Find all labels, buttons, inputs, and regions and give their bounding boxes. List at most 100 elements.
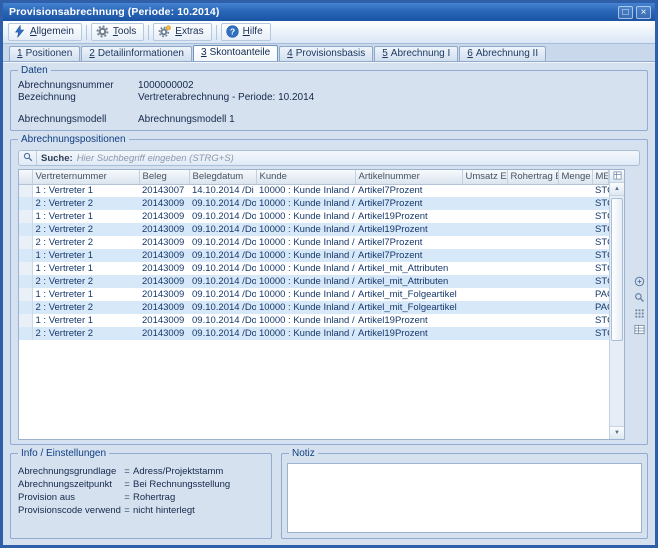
- search-label: Suche:: [41, 153, 73, 164]
- table-layout-button[interactable]: [634, 325, 646, 337]
- app-window: Provisionsabrechnung (Periode: 10.2014) …: [0, 0, 658, 548]
- allgemein-button[interactable]: Allgemein: [8, 23, 82, 41]
- grid-empty-area: [19, 340, 609, 439]
- table-icon: [634, 322, 645, 340]
- toolbar-separator: [86, 25, 87, 40]
- scrollbar-thumb[interactable]: [611, 198, 623, 341]
- info-group-title: Info / Einstellungen: [18, 448, 109, 459]
- row-selector-cell: [19, 223, 32, 236]
- row-selector-cell: [19, 197, 32, 210]
- abrechnungsnummer-label: Abrechnungsnummer: [18, 80, 138, 92]
- daten-group-title: Daten: [18, 65, 51, 76]
- table-header-row: Vertreternummer Beleg Belegdatum Kunde A…: [19, 170, 609, 184]
- bezeichnung-value: Vertreterabrechnung - Periode: 10.2014: [138, 92, 640, 104]
- column-chooser-button[interactable]: [610, 170, 624, 183]
- titlebar[interactable]: Provisionsabrechnung (Periode: 10.2014) …: [3, 3, 655, 21]
- scroll-down-button[interactable]: ▼: [610, 426, 624, 439]
- close-button[interactable]: ×: [636, 6, 651, 19]
- row-selector-cell: [19, 327, 32, 340]
- table-row[interactable]: 1 : Vertreter 1 20143009 09.10.2014 /Do …: [19, 262, 609, 275]
- search-bar: Suche:: [18, 150, 640, 166]
- row-selector-cell: [19, 249, 32, 262]
- abrechnungsnummer-field: Abrechnungsnummer 1000000002: [18, 80, 640, 92]
- row-selector-cell: [19, 184, 32, 197]
- row-selector-cell: [19, 210, 32, 223]
- refresh-circle-button[interactable]: [634, 277, 646, 289]
- scrollbar-track[interactable]: [610, 196, 624, 426]
- info-row: Abrechnungszeitpunkt = Bei Rechnungsstel…: [18, 478, 264, 491]
- search-input[interactable]: [77, 152, 639, 165]
- tab-skontoanteile[interactable]: 3Skontoanteile: [193, 45, 278, 61]
- row-selector-cell: [19, 262, 32, 275]
- daten-group: Daten Abrechnungsnummer 1000000002 Bezei…: [10, 70, 648, 131]
- info-row: Abrechnungsgrundlage = Adress/Projektsta…: [18, 465, 264, 478]
- grid-dots-button[interactable]: [634, 309, 646, 321]
- extras-button[interactable]: Extras: [153, 23, 211, 41]
- tab-abrechnung-2[interactable]: 6Abrechnung II: [459, 46, 546, 61]
- grid-search-button[interactable]: [634, 293, 646, 305]
- toolbar: Allgemein Tools Extras ? Hilfe: [3, 21, 655, 44]
- table-row[interactable]: 1 : Vertreter 1 20143009 09.10.2014 /Do …: [19, 288, 609, 301]
- bezeichnung-field: Bezeichnung Vertreterabrechnung - Period…: [18, 92, 640, 104]
- info-row: Provision aus = Rohertrag: [18, 491, 264, 504]
- col-header-menge[interactable]: Menge: [558, 170, 592, 184]
- abrechnungspositionen-group-title: Abrechnungspositionen: [18, 134, 129, 145]
- row-selector-cell: [19, 236, 32, 249]
- table-row[interactable]: 1 : Vertreter 1 20143007 14.10.2014 /Di …: [19, 184, 609, 197]
- info-einstellungen-group: Info / Einstellungen Abrechnungsgrundlag…: [10, 453, 272, 539]
- notiz-textarea[interactable]: [287, 463, 642, 533]
- toolbar-separator: [216, 25, 217, 40]
- row-selector-header: [19, 170, 32, 184]
- table-row[interactable]: 2 : Vertreter 2 20143009 09.10.2014 /Do …: [19, 236, 609, 249]
- table-row[interactable]: 2 : Vertreter 2 20143009 09.10.2014 /Do …: [19, 197, 609, 210]
- hilfe-button[interactable]: ? Hilfe: [221, 23, 271, 41]
- abrechnungsmodell-field: Abrechnungsmodell Abrechnungsmodell 1: [18, 114, 640, 126]
- vertical-scrollbar[interactable]: ▲ ▼: [609, 170, 624, 439]
- table-row[interactable]: 1 : Vertreter 1 20143009 09.10.2014 /Do …: [19, 249, 609, 262]
- col-header-rohertrag[interactable]: Rohertrag EUR: [507, 170, 558, 184]
- table-row[interactable]: 1 : Vertreter 1 20143009 09.10.2014 /Do …: [19, 210, 609, 223]
- col-header-beleg[interactable]: Beleg: [139, 170, 189, 184]
- grid-side-toolbar: [633, 277, 646, 337]
- col-header-artikelnummer[interactable]: Artikelnummer: [355, 170, 462, 184]
- table-row[interactable]: 2 : Vertreter 2 20143009 09.10.2014 /Do …: [19, 275, 609, 288]
- abrechnungspositionen-group: Abrechnungspositionen Suche:: [10, 139, 648, 445]
- table-row[interactable]: 2 : Vertreter 2 20143009 09.10.2014 /Do …: [19, 301, 609, 314]
- gear-icon: [96, 25, 109, 38]
- info-row: Provisionscode verwenden = nicht hinterl…: [18, 504, 264, 517]
- minimize-button[interactable]: □: [618, 6, 633, 19]
- tab-strip: 1Positionen 2Detailinformationen 3Skonto…: [3, 44, 655, 62]
- scroll-up-button[interactable]: ▲: [610, 183, 624, 196]
- tab-detailinformationen[interactable]: 2Detailinformationen: [81, 46, 192, 61]
- svg-text:?: ?: [229, 27, 234, 37]
- help-icon: ?: [226, 25, 239, 38]
- search-button[interactable]: [19, 151, 37, 165]
- col-header-umsatz[interactable]: Umsatz EUR: [462, 170, 507, 184]
- table-row[interactable]: 2 : Vertreter 2 20143009 09.10.2014 /Do …: [19, 223, 609, 236]
- magnifier-icon: [23, 149, 33, 167]
- row-selector-cell: [19, 288, 32, 301]
- abrechnungsmodell-value: Abrechnungsmodell 1: [138, 114, 640, 126]
- lightning-icon: [13, 25, 26, 38]
- row-selector-cell: [19, 275, 32, 288]
- grid-icon: [613, 171, 622, 182]
- bottom-panels: Info / Einstellungen Abrechnungsgrundlag…: [10, 453, 648, 539]
- gear-plus-icon: [158, 25, 171, 38]
- col-header-kunde[interactable]: Kunde: [256, 170, 355, 184]
- tools-button[interactable]: Tools: [91, 23, 144, 41]
- tab-provisionsbasis[interactable]: 4Provisionsbasis: [279, 46, 373, 61]
- abrechnungsnummer-value: 1000000002: [138, 80, 640, 92]
- col-header-vertreternummer[interactable]: Vertreternummer: [32, 170, 139, 184]
- bezeichnung-label: Bezeichnung: [18, 92, 138, 104]
- window-title: Provisionsabrechnung (Periode: 10.2014): [9, 6, 615, 18]
- tab-page: Daten Abrechnungsnummer 1000000002 Bezei…: [3, 62, 655, 545]
- col-header-belegdatum[interactable]: Belegdatum: [189, 170, 256, 184]
- abrechnungsmodell-label: Abrechnungsmodell: [18, 114, 138, 126]
- table-row[interactable]: 1 : Vertreter 1 20143009 09.10.2014 /Do …: [19, 314, 609, 327]
- col-header-me[interactable]: ME: [592, 170, 609, 184]
- notiz-group: Notiz: [281, 453, 648, 539]
- tab-abrechnung-1[interactable]: 5Abrechnung I: [374, 46, 458, 61]
- row-selector-cell: [19, 314, 32, 327]
- table-row[interactable]: 2 : Vertreter 2 20143009 09.10.2014 /Do …: [19, 327, 609, 340]
- tab-positionen[interactable]: 1Positionen: [9, 46, 80, 61]
